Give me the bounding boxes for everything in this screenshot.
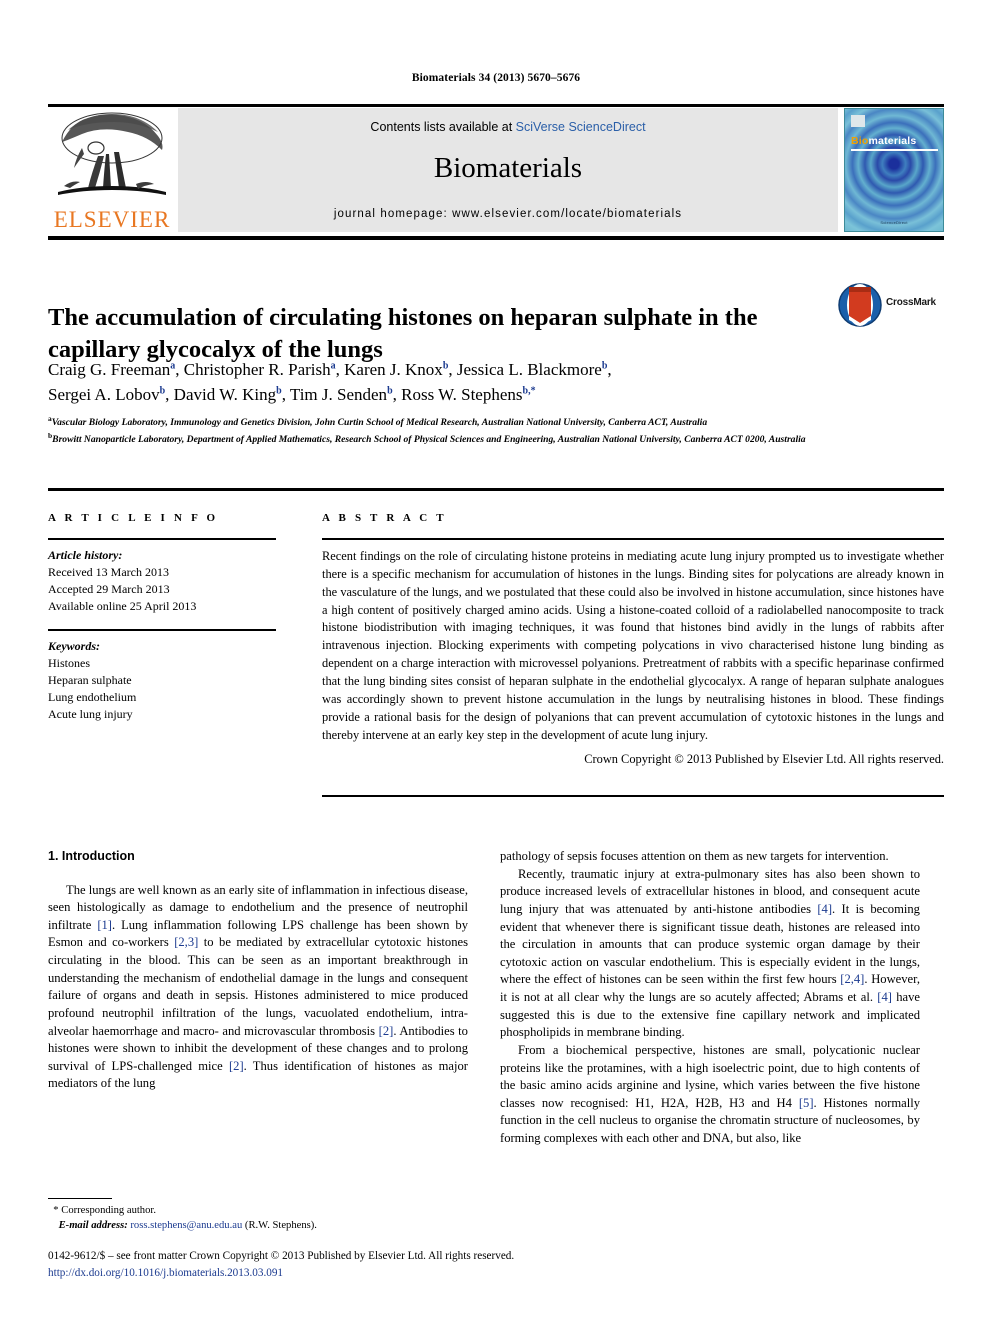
keyword-item: Histones bbox=[48, 656, 90, 671]
cover-title-underline bbox=[851, 149, 938, 151]
cover-title-part2: materials bbox=[868, 135, 917, 147]
section-heading-introduction: 1. Introduction bbox=[48, 849, 135, 863]
citation-ref[interactable]: [4] bbox=[877, 990, 892, 1004]
citation-ref[interactable]: [4] bbox=[817, 902, 832, 916]
abstract-text: Recent findings on the role of circulati… bbox=[322, 549, 944, 742]
journal-cover-thumbnail: Biomaterials ScienceDirect bbox=[844, 108, 944, 232]
elsevier-wordmark: ELSEVIER bbox=[53, 207, 171, 232]
journal-masthead: ELSEVIER Contents lists available at Sci… bbox=[48, 108, 944, 232]
body-paragraph: The lungs are well known as an early sit… bbox=[48, 882, 469, 1091]
body-paragraph: From a biochemical perspective, histones… bbox=[500, 1042, 920, 1145]
abstract-bottom-rule bbox=[322, 795, 944, 797]
cover-publisher-logo-icon bbox=[851, 115, 865, 127]
article-info-rule-1 bbox=[48, 538, 276, 540]
citation-ref[interactable]: [2,3] bbox=[174, 935, 198, 949]
crossmark-label: CrossMark bbox=[886, 297, 936, 308]
page-title: The accumulation of circulating histones… bbox=[48, 304, 758, 363]
contents-available-line: Contents lists available at SciVerse Sci… bbox=[178, 120, 838, 134]
doi-link[interactable]: http://dx.doi.org/10.1016/j.biomaterials… bbox=[48, 1265, 944, 1282]
email-link[interactable]: ross.stephens@anu.edu.au bbox=[130, 1220, 242, 1231]
abstract-heading: A B S T R A C T bbox=[322, 512, 447, 524]
abstract-top-rule bbox=[48, 488, 944, 491]
cover-title-part1: Bio bbox=[851, 135, 869, 147]
masthead-bottom-rule bbox=[48, 236, 944, 240]
elsevier-logo: ELSEVIER bbox=[48, 108, 176, 232]
article-history-block: Article history: Received 13 March 2013 … bbox=[48, 547, 276, 615]
corresponding-author-line: * Corresponding author. bbox=[48, 1203, 468, 1218]
journal-title: Biomaterials bbox=[433, 152, 583, 184]
keyword-item: Heparan sulphate bbox=[48, 673, 132, 688]
history-item: Received 13 March 2013 bbox=[48, 565, 169, 580]
abstract-column: A B S T R A C T Recent findings on the r… bbox=[322, 512, 944, 767]
cover-footer-text: ScienceDirect bbox=[880, 220, 908, 225]
corresponding-marker: * bbox=[53, 1205, 59, 1216]
citation-ref[interactable]: [1] bbox=[97, 918, 112, 932]
affiliation-a: aVascular Biology Laboratory, Immunology… bbox=[48, 414, 708, 429]
citation-ref[interactable]: [2,4] bbox=[840, 972, 864, 986]
corresponding-text: Corresponding author. bbox=[61, 1205, 156, 1216]
email-label: E-mail address: bbox=[58, 1220, 128, 1232]
journal-article-page: Biomaterials 34 (2013) 5670–5676 ELSEVIE… bbox=[0, 0, 992, 1323]
body-paragraph: Recently, traumatic injury at extra-pulm… bbox=[500, 866, 920, 1040]
email-line: E-mail address: ross.stephens@anu.edu.au… bbox=[48, 1218, 468, 1233]
email-owner: (R.W. Stephens). bbox=[244, 1220, 317, 1232]
history-item: Available online 25 April 2013 bbox=[48, 599, 197, 614]
affiliation-b-text: Browitt Nanoparticle Laboratory, Departm… bbox=[52, 433, 806, 445]
author-line-2: Sergei A. Lobovb, David W. Kingb, Tim J.… bbox=[48, 384, 536, 404]
article-info-rule-2 bbox=[48, 629, 276, 632]
contents-prefix: Contents lists available at bbox=[370, 120, 516, 134]
journal-homepage-link[interactable]: journal homepage: www.elsevier.com/locat… bbox=[178, 208, 838, 220]
affiliation-b: bBrowitt Nanoparticle Laboratory, Depart… bbox=[48, 430, 806, 445]
keyword-item: Lung endothelium bbox=[48, 690, 137, 705]
article-info-heading: A R T I C L E I N F O bbox=[48, 512, 219, 524]
crossmark-icon[interactable] bbox=[838, 283, 882, 327]
affiliation-a-text: Vascular Biology Laboratory, Immunology … bbox=[51, 417, 708, 429]
keywords-block: Keywords: Histones Heparan sulphate Lung… bbox=[48, 638, 276, 723]
corresponding-author-footnote: * Corresponding author. E-mail address: … bbox=[48, 1203, 468, 1234]
issn-copyright-line: 0142-9612/$ – see front matter Crown Cop… bbox=[48, 1250, 515, 1262]
running-head: Biomaterials 34 (2013) 5670–5676 bbox=[411, 72, 581, 84]
article-info-column: A R T I C L E I N F O Article history: R… bbox=[48, 512, 276, 723]
sciencedirect-link[interactable]: SciVerse ScienceDirect bbox=[516, 120, 646, 134]
crossmark-badge-group[interactable]: CrossMark bbox=[838, 283, 944, 327]
citation-ref[interactable]: [5] bbox=[799, 1096, 814, 1110]
citation-ref[interactable]: [2] bbox=[379, 1024, 394, 1038]
citation-ref[interactable]: [2] bbox=[229, 1059, 244, 1073]
author-list: Craig G. Freemana, Christopher R. Parish… bbox=[48, 358, 808, 407]
footnote-rule bbox=[48, 1198, 112, 1199]
keyword-item: Acute lung injury bbox=[48, 707, 133, 722]
body-column-left: 1. Introduction The lungs are well known… bbox=[48, 848, 468, 1093]
cover-artwork: Biomaterials ScienceDirect bbox=[844, 108, 944, 232]
abstract-rule bbox=[322, 538, 944, 540]
elsevier-tree-icon bbox=[48, 108, 176, 208]
abstract-copyright: Crown Copyright © 2013 Published by Else… bbox=[584, 752, 944, 767]
article-history-label: Article history: bbox=[48, 548, 123, 562]
body-column-right: pathology of sepsis focuses attention on… bbox=[500, 848, 920, 1148]
masthead-top-rule bbox=[48, 104, 944, 107]
page-footer: 0142-9612/$ – see front matter Crown Cop… bbox=[48, 1248, 944, 1281]
body-paragraph: pathology of sepsis focuses attention on… bbox=[500, 849, 889, 863]
cover-title: Biomaterials bbox=[851, 135, 916, 147]
history-item: Accepted 29 March 2013 bbox=[48, 582, 170, 597]
masthead-center-band: Contents lists available at SciVerse Sci… bbox=[178, 108, 838, 232]
affiliation-list: aVascular Biology Laboratory, Immunology… bbox=[48, 414, 808, 448]
author-line-1: Craig G. Freemana, Christopher R. Parish… bbox=[48, 360, 612, 379]
keywords-label: Keywords: bbox=[48, 639, 100, 654]
